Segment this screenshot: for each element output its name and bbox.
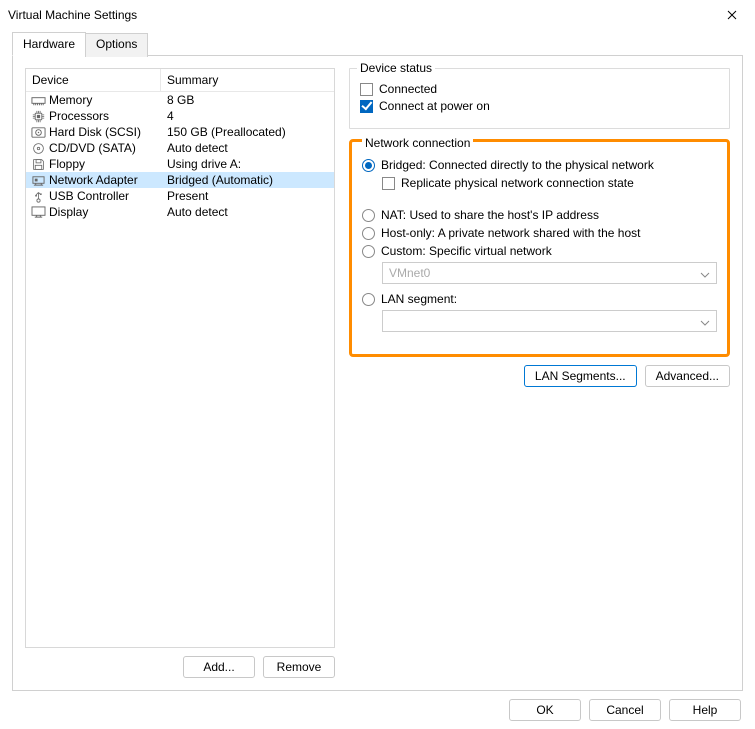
device-name: Floppy [49, 157, 85, 171]
table-row[interactable]: Floppy Using drive A: [26, 156, 334, 172]
lan-segments-button[interactable]: LAN Segments... [524, 365, 637, 387]
device-summary: Using drive A: [167, 157, 241, 171]
device-table: Device Summary Memory8 GBProcessors4Hard… [25, 68, 335, 648]
close-button[interactable] [709, 0, 755, 30]
hostonly-radio[interactable] [362, 227, 375, 240]
cd-icon [30, 140, 46, 156]
table-row[interactable]: USB Controller Present [26, 188, 334, 204]
window-title: Virtual Machine Settings [8, 8, 709, 22]
device-name: Hard Disk (SCSI) [49, 125, 141, 139]
help-button[interactable]: Help [669, 699, 741, 721]
memory-icon [30, 92, 46, 108]
device-status-group: Device status Connected Connect at power… [349, 68, 730, 129]
network-connection-highlight: Network connection Bridged: Connected di… [349, 139, 730, 357]
chevron-down-icon [700, 317, 710, 331]
custom-network-value: VMnet0 [389, 266, 430, 280]
nat-radio[interactable] [362, 209, 375, 222]
network-connection-legend: Network connection [362, 136, 473, 150]
col-summary[interactable]: Summary [161, 69, 334, 91]
device-name: Display [49, 205, 88, 219]
cancel-button[interactable]: Cancel [589, 699, 661, 721]
device-summary: 8 GB [167, 93, 194, 107]
lansegment-radio[interactable] [362, 293, 375, 306]
hostonly-label: Host-only: A private network shared with… [381, 226, 640, 240]
custom-label: Custom: Specific virtual network [381, 244, 552, 258]
tab-hardware[interactable]: Hardware [12, 32, 86, 56]
custom-radio[interactable] [362, 245, 375, 258]
cpu-icon [30, 108, 46, 124]
hdd-icon [30, 124, 46, 140]
device-name: Network Adapter [49, 173, 138, 187]
display-icon [30, 204, 46, 220]
table-row[interactable]: Memory 8 GB [26, 92, 334, 108]
device-name: CD/DVD (SATA) [49, 141, 136, 155]
device-name: Processors [49, 109, 109, 123]
net-icon [30, 172, 46, 188]
replicate-label: Replicate physical network connection st… [401, 176, 634, 190]
device-summary: 150 GB (Preallocated) [167, 125, 286, 139]
usb-icon [30, 188, 46, 204]
custom-network-combo[interactable]: VMnet0 [382, 262, 717, 284]
table-row[interactable]: Processors 4 [26, 108, 334, 124]
bridged-radio[interactable] [362, 159, 375, 172]
table-row[interactable]: CD/DVD (SATA) Auto detect [26, 140, 334, 156]
device-name: USB Controller [49, 189, 129, 203]
connect-poweron-checkbox[interactable] [360, 100, 373, 113]
table-row[interactable]: Display Auto detect [26, 204, 334, 220]
connected-checkbox[interactable] [360, 83, 373, 96]
connect-poweron-label: Connect at power on [379, 99, 490, 113]
device-status-legend: Device status [357, 61, 435, 75]
close-icon [727, 10, 737, 20]
nat-label: NAT: Used to share the host's IP address [381, 208, 599, 222]
device-summary: 4 [167, 109, 174, 123]
replicate-checkbox[interactable] [382, 177, 395, 190]
advanced-button[interactable]: Advanced... [645, 365, 730, 387]
device-summary: Auto detect [167, 205, 228, 219]
floppy-icon [30, 156, 46, 172]
add-button[interactable]: Add... [183, 656, 255, 678]
tab-options[interactable]: Options [85, 33, 148, 57]
table-header: Device Summary [26, 69, 334, 92]
table-row[interactable]: Hard Disk (SCSI) 150 GB (Preallocated) [26, 124, 334, 140]
device-summary: Auto detect [167, 141, 228, 155]
table-row[interactable]: Network Adapter Bridged (Automatic) [26, 172, 334, 188]
lansegment-label: LAN segment: [381, 292, 457, 306]
dialog-footer: OK Cancel Help [509, 699, 741, 721]
lansegment-combo[interactable] [382, 310, 717, 332]
device-summary: Present [167, 189, 208, 203]
ok-button[interactable]: OK [509, 699, 581, 721]
titlebar: Virtual Machine Settings [0, 0, 755, 30]
remove-button[interactable]: Remove [263, 656, 335, 678]
bridged-label: Bridged: Connected directly to the physi… [381, 158, 654, 172]
tab-panel: Device Summary Memory8 GBProcessors4Hard… [12, 55, 743, 691]
connected-label: Connected [379, 82, 437, 96]
tabs: Hardware Options [12, 32, 743, 56]
chevron-down-icon [700, 269, 710, 283]
device-summary: Bridged (Automatic) [167, 173, 273, 187]
device-name: Memory [49, 93, 92, 107]
col-device[interactable]: Device [26, 69, 161, 91]
